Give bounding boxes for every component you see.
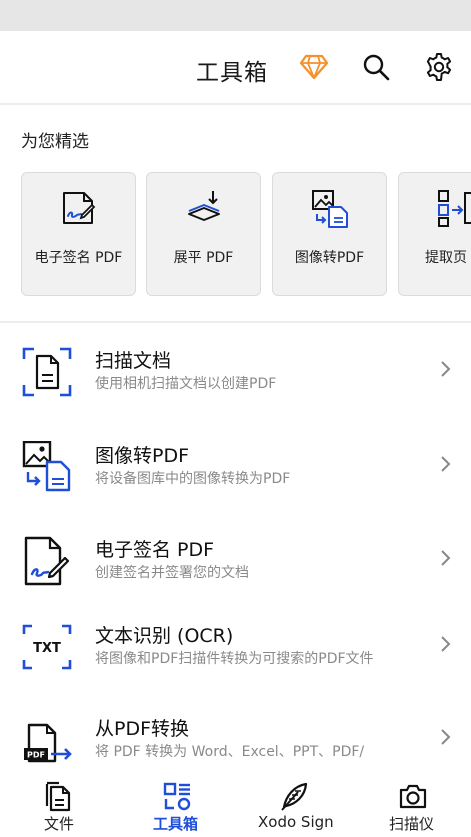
nav-item-toolbox[interactable]: 工具箱 (145, 772, 209, 837)
tool-title: 图像转PDF (95, 445, 190, 467)
featured-section-title: 为您精选 (21, 132, 89, 152)
featured-card-extract-pages[interactable]: 提取页 (398, 172, 471, 296)
signature-doc-icon (24, 536, 70, 586)
tool-subtitle: 将图像和PDF扫描件转换为可搜索的PDF文件 (95, 651, 374, 667)
flatten-icon (188, 191, 220, 221)
featured-card-flatten[interactable]: 展平 PDF (146, 172, 261, 296)
nav-label: 扫描仪 (389, 815, 435, 833)
tool-row-ocr[interactable]: TXT 文本识别 (OCR) 将图像和PDF扫描件转换为可搜索的PDF文件 (0, 621, 471, 711)
chevron-right-icon (441, 456, 451, 472)
tool-subtitle: 将 PDF 转换为 Word、Excel、PPT、PDF/ (95, 744, 365, 760)
image-to-pdf-icon (22, 441, 71, 492)
featured-card-image-to-pdf[interactable]: 图像转PDF (272, 172, 387, 296)
chevron-right-icon (441, 550, 451, 566)
status-bar (0, 0, 471, 31)
files-icon (45, 781, 71, 812)
card-label: 电子签名 PDF (34, 250, 123, 266)
pdf-convert-icon: PDF (24, 723, 72, 763)
tool-title: 文本识别 (OCR) (95, 625, 234, 647)
app-bar: 工具箱 (0, 31, 471, 103)
tool-title: 扫描文档 (95, 350, 172, 372)
nav-label: Xodo Sign (258, 813, 334, 831)
chevron-right-icon (441, 729, 451, 745)
image-to-pdf-icon (312, 190, 348, 228)
scan-document-icon (22, 347, 72, 397)
nav-label: 工具箱 (153, 815, 199, 833)
nav-item-files[interactable]: 文件 (30, 772, 90, 837)
nav-label: 文件 (44, 815, 75, 833)
svg-text:PDF: PDF (27, 751, 45, 760)
tool-subtitle: 使用相机扫描文档以创建PDF (95, 376, 277, 392)
nav-item-scanner[interactable]: 扫描仪 (385, 772, 445, 837)
tool-row-image-to-pdf[interactable]: 图像转PDF 将设备图库中的图像转换为PDF (0, 441, 471, 531)
search-icon[interactable] (359, 50, 393, 84)
page-title: 工具箱 (196, 60, 268, 86)
gear-icon[interactable] (422, 50, 456, 84)
tool-subtitle: 创建签名并签署您的文档 (95, 565, 249, 581)
tool-title: 从PDF转换 (95, 718, 190, 740)
camera-icon (399, 784, 427, 809)
tool-row-esign[interactable]: 电子签名 PDF 创建签名并签署您的文档 (0, 535, 471, 625)
diamond-icon[interactable] (297, 50, 331, 84)
signature-doc-icon (63, 192, 96, 224)
featured-cards: 电子签名 PDF 展平 PDF 图像转PDF 提取页 (21, 172, 471, 297)
tool-row-scan-document[interactable]: 扫描文档 使用相机扫描文档以创建PDF (0, 346, 471, 436)
tool-title: 电子签名 PDF (95, 539, 215, 561)
card-label: 提取页 (425, 250, 467, 266)
chevron-right-icon (441, 361, 451, 377)
feather-pen-icon (281, 782, 308, 811)
extract-pages-icon (438, 190, 471, 227)
toolbox-icon (163, 782, 191, 811)
bottom-navigation: 文件 工具箱 Xodo Sign 扫描仪 (0, 772, 471, 837)
section-divider (0, 321, 471, 323)
tool-subtitle: 将设备图库中的图像转换为PDF (95, 471, 291, 487)
card-label: 图像转PDF (294, 250, 365, 266)
card-label: 展平 PDF (173, 250, 234, 266)
header-divider (0, 103, 471, 105)
featured-card-esign[interactable]: 电子签名 PDF (21, 172, 136, 296)
ocr-icon: TXT (22, 624, 72, 670)
svg-text:TXT: TXT (33, 641, 61, 656)
nav-item-xodo-sign[interactable]: Xodo Sign (256, 772, 336, 837)
chevron-right-icon (441, 636, 451, 652)
